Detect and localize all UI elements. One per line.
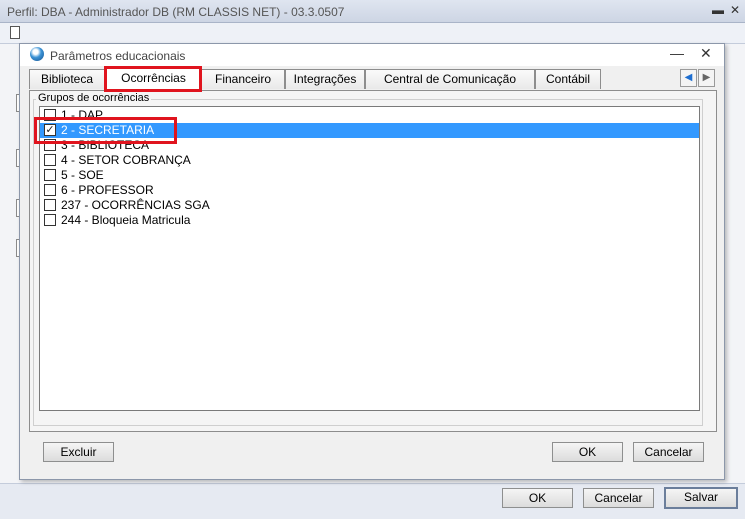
list-item-label: 237 - OCORRÊNCIAS SGA [61, 198, 210, 212]
checkbox[interactable] [44, 214, 56, 226]
list-item-label: 5 - SOE [61, 168, 104, 182]
group-label: Grupos de ocorrências [36, 92, 152, 104]
occurrence-groups-list[interactable]: 1 - DAP ✓ 2 - SECRETARIA 3 - BIBLIOTECA 4 - … [39, 106, 700, 411]
list-item-label: 244 - Bloqueia Matricula [61, 213, 191, 227]
parametros-dialog: Parâmetros educacionais — ✕ Biblioteca O… [19, 43, 725, 480]
list-item[interactable]: 4 - SETOR COBRANÇA [40, 153, 699, 168]
list-item-label: 6 - PROFESSOR [61, 183, 154, 197]
outer-footer: OK Cancelar Salvar [0, 483, 745, 519]
tab-biblioteca[interactable]: Biblioteca [29, 69, 105, 89]
checkbox[interactable] [44, 154, 56, 166]
outer-toolbar [0, 23, 745, 43]
checkbox[interactable] [44, 184, 56, 196]
list-item[interactable]: 237 - OCORRÊNCIAS SGA [40, 198, 699, 213]
cancel-button[interactable]: Cancelar [633, 442, 704, 462]
tab-scroll-right-icon[interactable]: ▶ [698, 69, 715, 87]
minimize-icon[interactable]: ▬ [712, 3, 724, 17]
list-item[interactable]: 244 - Bloqueia Matricula [40, 213, 699, 228]
ok-button[interactable]: OK [552, 442, 623, 462]
tab-integracoes[interactable]: Integrações [285, 69, 365, 89]
highlight-secretaria-row [34, 117, 177, 144]
list-item[interactable]: 5 - SOE [40, 168, 699, 183]
list-item[interactable]: 6 - PROFESSOR [40, 183, 699, 198]
tab-contabil[interactable]: Contábil [535, 69, 601, 89]
tab-scroll-left-icon[interactable]: ◀ [680, 69, 697, 87]
dialog-title-bar: Parâmetros educacionais — ✕ [20, 44, 724, 66]
outer-ok-button[interactable]: OK [502, 488, 573, 508]
list-item-label: 4 - SETOR COBRANÇA [61, 153, 191, 167]
tab-financeiro[interactable]: Financeiro [201, 69, 285, 89]
checkbox[interactable] [44, 199, 56, 211]
outer-save-button[interactable]: Salvar [664, 487, 738, 509]
new-icon[interactable] [10, 26, 20, 39]
dialog-close-icon[interactable]: ✕ [700, 45, 712, 62]
dialog-minimize-icon[interactable]: — [670, 45, 684, 61]
dialog-title: Parâmetros educacionais [50, 49, 186, 63]
highlight-tab-ocorrencias [104, 66, 202, 92]
outer-cancel-button[interactable]: Cancelar [583, 488, 654, 508]
tab-central-comunicacao[interactable]: Central de Comunicação [365, 69, 535, 89]
delete-button[interactable]: Excluir [43, 442, 114, 462]
outer-window-title: Perfil: DBA - Administrador DB (RM CLASS… [7, 5, 345, 19]
outer-title-bar: Perfil: DBA - Administrador DB (RM CLASS… [0, 0, 745, 23]
checkbox[interactable] [44, 169, 56, 181]
app-logo-icon [30, 47, 44, 61]
close-icon[interactable]: ✕ [730, 3, 740, 17]
